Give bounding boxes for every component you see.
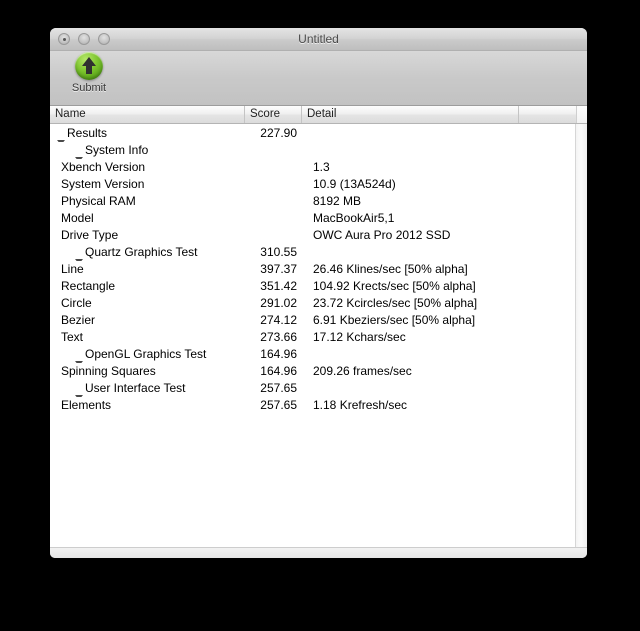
row-name-cell: Results	[50, 125, 250, 142]
row-score-cell: 164.96	[250, 346, 305, 363]
row-name-cell: Xbench Version	[50, 159, 250, 176]
table-row[interactable]: Quartz Graphics Test 310.55	[50, 244, 575, 261]
table-row[interactable]: Elements 257.651.18 Krefresh/sec	[50, 397, 575, 414]
table-row[interactable]: User Interface Test 257.65	[50, 380, 575, 397]
table-row[interactable]: Model MacBookAir5,1	[50, 210, 575, 227]
row-name-label: Model	[61, 210, 94, 227]
row-detail-cell: 8192 MB	[305, 193, 575, 210]
row-name-label: Spinning Squares	[61, 363, 156, 380]
row-name-cell: User Interface Test	[50, 380, 250, 397]
row-name-cell: Bezier	[50, 312, 250, 329]
submit-label: Submit	[60, 82, 118, 94]
window-title: Untitled	[50, 28, 587, 50]
row-detail-cell: 1.18 Krefresh/sec	[305, 397, 575, 414]
row-name-cell: System Version	[50, 176, 250, 193]
row-name-label: System Info	[85, 142, 148, 159]
row-name-cell: Circle	[50, 295, 250, 312]
row-name-label: System Version	[61, 176, 144, 193]
results-tree[interactable]: Results 227.90 System InfoXbench Version 1.…	[50, 124, 575, 547]
table-row[interactable]: Text 273.6617.12 Kchars/sec	[50, 329, 575, 346]
vertical-scrollbar[interactable]	[575, 124, 587, 547]
row-name-label: Line	[61, 261, 84, 278]
upload-arrow-icon	[75, 52, 103, 80]
row-name-label: Quartz Graphics Test	[85, 244, 198, 261]
row-score-cell: 164.96	[250, 363, 305, 380]
row-name-label: OpenGL Graphics Test	[85, 346, 206, 363]
row-name-label: Elements	[61, 397, 111, 414]
row-score-cell: 257.65	[250, 397, 305, 414]
row-name-cell: Spinning Squares	[50, 363, 250, 380]
row-name-cell: Text	[50, 329, 250, 346]
row-detail-cell: 1.3	[305, 159, 575, 176]
row-detail-cell: 23.72 Kcircles/sec [50% alpha]	[305, 295, 575, 312]
column-header-spacer[interactable]	[519, 106, 576, 123]
row-name-cell: OpenGL Graphics Test	[50, 346, 250, 363]
table-row[interactable]: Results 227.90	[50, 125, 575, 142]
row-name-label: Text	[61, 329, 83, 346]
row-score-cell: 397.37	[250, 261, 305, 278]
row-name-cell: Line	[50, 261, 250, 278]
row-name-label: Physical RAM	[61, 193, 136, 210]
toolbar: Submit	[50, 51, 587, 106]
row-name-cell: Rectangle	[50, 278, 250, 295]
xbench-window: Untitled Submit Name Score Detail Result…	[50, 28, 587, 558]
table-row[interactable]: Physical RAM 8192 MB	[50, 193, 575, 210]
row-detail-cell: 26.46 Klines/sec [50% alpha]	[305, 261, 575, 278]
row-detail-cell: 6.91 Kbeziers/sec [50% alpha]	[305, 312, 575, 329]
row-detail-cell: OWC Aura Pro 2012 SSD	[305, 227, 575, 244]
row-score-cell: 227.90	[250, 125, 305, 142]
window-bottom-bar	[50, 547, 587, 558]
table-row[interactable]: System Info	[50, 142, 575, 159]
row-name-label: Xbench Version	[61, 159, 145, 176]
row-score-cell: 257.65	[250, 380, 305, 397]
row-detail-cell: 209.26 frames/sec	[305, 363, 575, 380]
table-row[interactable]: System Version 10.9 (13A524d)	[50, 176, 575, 193]
row-name-label: Rectangle	[61, 278, 115, 295]
row-detail-cell: 104.92 Krects/sec [50% alpha]	[305, 278, 575, 295]
row-name-label: Results	[67, 125, 107, 142]
row-score-cell: 351.42	[250, 278, 305, 295]
table-row[interactable]: Xbench Version 1.3	[50, 159, 575, 176]
table-row[interactable]: Bezier 274.126.91 Kbeziers/sec [50% alpha…	[50, 312, 575, 329]
row-name-cell: Elements	[50, 397, 250, 414]
row-score-cell: 274.12	[250, 312, 305, 329]
table-row[interactable]: Spinning Squares 164.96209.26 frames/sec	[50, 363, 575, 380]
table-row[interactable]: Line 397.3726.46 Klines/sec [50% alpha]	[50, 261, 575, 278]
row-name-cell: Drive Type	[50, 227, 250, 244]
row-detail-cell: 10.9 (13A524d)	[305, 176, 575, 193]
row-name-cell: Model	[50, 210, 250, 227]
submit-button[interactable]: Submit	[60, 52, 118, 94]
row-detail-cell: MacBookAir5,1	[305, 210, 575, 227]
row-name-cell: Quartz Graphics Test	[50, 244, 250, 261]
row-name-cell: System Info	[50, 142, 250, 159]
scrollbar-header-cap	[576, 106, 587, 123]
column-header-detail[interactable]: Detail	[302, 106, 519, 123]
table-row[interactable]: Circle 291.0223.72 Kcircles/sec [50% alph…	[50, 295, 575, 312]
row-name-label: User Interface Test	[85, 380, 186, 397]
table-row[interactable]: Drive Type OWC Aura Pro 2012 SSD	[50, 227, 575, 244]
column-header-score[interactable]: Score	[245, 106, 302, 123]
column-header-name[interactable]: Name	[50, 106, 245, 123]
table-row[interactable]: OpenGL Graphics Test 164.96	[50, 346, 575, 363]
row-name-label: Bezier	[61, 312, 95, 329]
row-score-cell: 310.55	[250, 244, 305, 261]
row-name-label: Drive Type	[61, 227, 118, 244]
window-titlebar[interactable]: Untitled	[50, 28, 587, 51]
row-name-cell: Physical RAM	[50, 193, 250, 210]
row-score-cell: 291.02	[250, 295, 305, 312]
column-header-row: Name Score Detail	[50, 106, 587, 124]
results-outline-view: Results 227.90 System InfoXbench Version 1.…	[50, 124, 587, 547]
table-row[interactable]: Rectangle 351.42104.92 Krects/sec [50% al…	[50, 278, 575, 295]
row-score-cell: 273.66	[250, 329, 305, 346]
row-name-label: Circle	[61, 295, 92, 312]
row-detail-cell: 17.12 Kchars/sec	[305, 329, 575, 346]
